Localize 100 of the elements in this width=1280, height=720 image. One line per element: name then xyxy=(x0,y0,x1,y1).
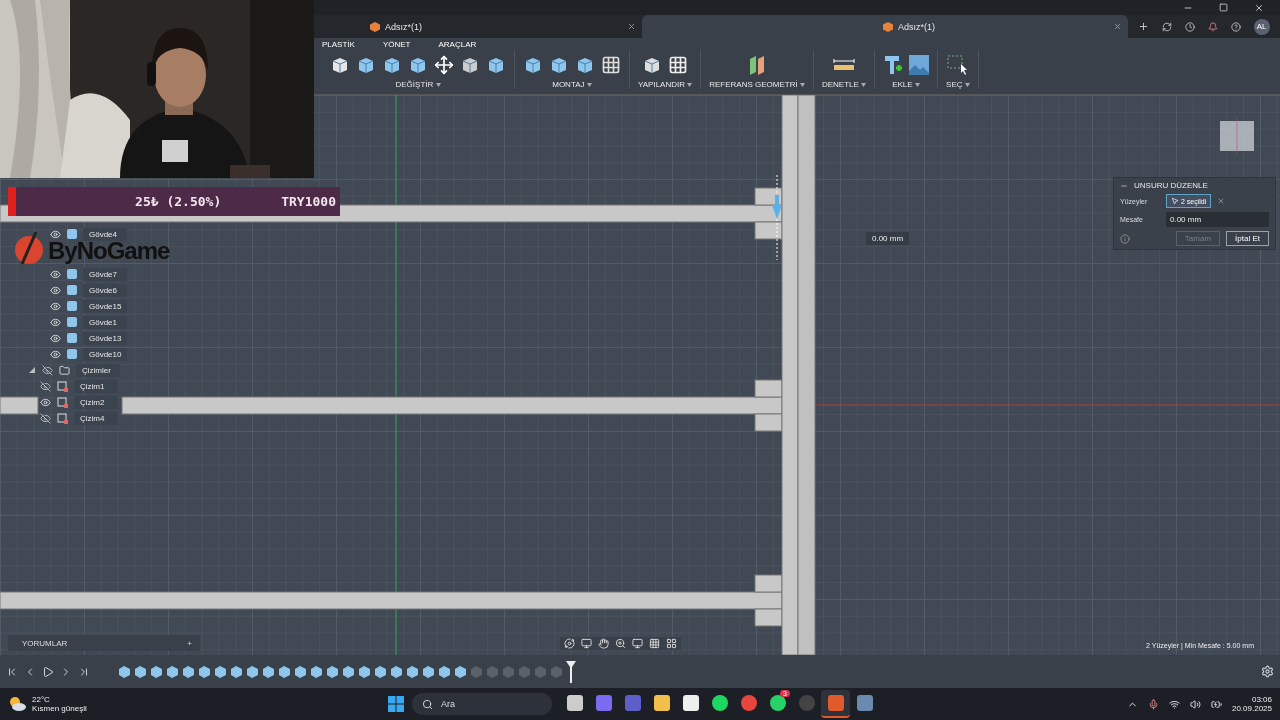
shelf-beam[interactable] xyxy=(0,574,783,627)
timeline-feature-icon[interactable] xyxy=(326,665,339,678)
toolbar-tab[interactable]: PLASTİK xyxy=(322,40,355,50)
eye-icon[interactable] xyxy=(50,316,61,328)
toolbar-group-menu[interactable]: SEÇ xyxy=(946,80,970,89)
new-tab-icon[interactable] xyxy=(1138,21,1150,32)
cube-icon[interactable] xyxy=(523,55,543,75)
eye-off-icon[interactable] xyxy=(40,412,51,424)
timeline-feature-icon[interactable] xyxy=(310,665,323,678)
eye-off-icon[interactable] xyxy=(40,380,51,392)
timeline-feature-icon[interactable] xyxy=(278,665,291,678)
cube-icon[interactable] xyxy=(408,55,428,75)
cube-icon[interactable] xyxy=(330,55,350,75)
distance-input[interactable]: 0.00 mm xyxy=(866,232,910,245)
help-icon[interactable] xyxy=(1230,21,1241,32)
timeline-feature-icon[interactable] xyxy=(118,665,131,678)
ruler-icon[interactable] xyxy=(832,58,855,72)
table-icon[interactable] xyxy=(668,55,689,75)
clock-time[interactable]: 03:06 xyxy=(1251,695,1272,704)
last-icon[interactable] xyxy=(78,665,90,678)
timeline-feature-icon[interactable] xyxy=(246,665,259,678)
timeline-feature-icon[interactable] xyxy=(406,665,419,678)
toolbar-group-menu[interactable]: REFERANS GEOMETRİ xyxy=(709,80,805,89)
close-icon[interactable] xyxy=(627,22,636,31)
timeline-feature-icon[interactable] xyxy=(390,665,403,678)
orbit-icon[interactable] xyxy=(564,638,575,649)
clear-icon[interactable] xyxy=(1217,197,1226,205)
browser-item[interactable]: Çizim2 xyxy=(74,395,118,409)
volume-icon[interactable] xyxy=(1189,698,1201,710)
image-icon[interactable] xyxy=(909,55,930,75)
eye-icon[interactable] xyxy=(50,300,61,312)
table-icon[interactable] xyxy=(601,55,621,75)
clock-icon[interactable] xyxy=(1185,21,1196,32)
move-icon[interactable] xyxy=(434,55,454,75)
start-icon[interactable] xyxy=(388,696,404,712)
timeline-feature-icon[interactable] xyxy=(358,665,371,678)
selection-icon[interactable] xyxy=(946,55,969,75)
browser-item[interactable]: Gövde1 xyxy=(83,315,127,329)
eye-icon[interactable] xyxy=(50,332,61,344)
view-cube-icon[interactable] xyxy=(1219,118,1255,154)
viewports-icon[interactable] xyxy=(666,638,677,649)
clock-date[interactable]: 20.09.2025 xyxy=(1231,704,1272,713)
zoom-icon[interactable] xyxy=(615,638,626,649)
browser-item[interactable]: Çizim1 xyxy=(74,379,118,393)
distance-input[interactable]: 0.00 mm xyxy=(1166,212,1269,227)
browser-item[interactable]: Gövde13 xyxy=(83,331,128,345)
add-comment-button[interactable]: + xyxy=(187,638,192,648)
eye-icon[interactable] xyxy=(50,348,61,360)
browser-item[interactable]: Çizimler xyxy=(76,363,120,377)
timeline-feature-icon[interactable] xyxy=(454,665,467,678)
cancel-button[interactable]: İptal Et xyxy=(1226,231,1269,246)
timeline-feature-icon[interactable] xyxy=(422,665,435,678)
eye-off-icon[interactable] xyxy=(42,364,53,376)
browser-item[interactable]: Gövde10 xyxy=(83,347,128,361)
expand-caret-icon[interactable] xyxy=(28,366,36,374)
timeline-marker-icon[interactable] xyxy=(566,660,576,683)
eye-icon[interactable] xyxy=(50,228,61,240)
timeline-feature-icon[interactable] xyxy=(134,665,147,678)
cube-icon[interactable] xyxy=(460,55,480,75)
timeline-feature-icon[interactable] xyxy=(230,665,243,678)
play-icon[interactable] xyxy=(42,665,54,678)
grid-icon[interactable] xyxy=(649,638,660,649)
user-avatar[interactable]: AL xyxy=(1253,18,1270,35)
pan-icon[interactable] xyxy=(598,638,609,649)
settings-icon[interactable] xyxy=(1261,665,1274,678)
browser-item[interactable]: Gövde7 xyxy=(83,267,127,281)
search-field[interactable]: Ara xyxy=(412,693,552,715)
cube-icon[interactable] xyxy=(486,55,506,75)
browser-item[interactable]: Gövde4 xyxy=(83,227,127,241)
refresh-icon[interactable] xyxy=(1162,21,1173,32)
timeline-feature-icon[interactable] xyxy=(166,665,179,678)
toolbar-group-menu[interactable]: MONTAJ xyxy=(552,80,592,89)
toolbar-group-menu[interactable]: EKLE xyxy=(892,80,920,89)
shelf-beam[interactable] xyxy=(0,396,39,415)
timeline-feature-icon[interactable] xyxy=(198,665,211,678)
maximize-icon[interactable] xyxy=(1219,3,1228,12)
timeline-feature-icon[interactable] xyxy=(214,665,227,678)
close-icon[interactable] xyxy=(1254,2,1264,13)
timeline-feature-icon[interactable] xyxy=(438,665,451,678)
eye-icon[interactable] xyxy=(40,396,51,408)
toolbar-group-menu[interactable]: DENETLE xyxy=(821,80,867,89)
vertical-post[interactable] xyxy=(781,95,816,655)
comments-panel[interactable]: YORUMLAR + xyxy=(8,635,200,651)
weather-icon[interactable] xyxy=(8,696,26,712)
timeline-feature-icon[interactable] xyxy=(150,665,163,678)
eye-icon[interactable] xyxy=(50,284,61,296)
timeline-feature-icon[interactable] xyxy=(182,665,195,678)
timeline-feature-icon[interactable] xyxy=(262,665,275,678)
toolbar-group-menu[interactable]: YAPILANDIR xyxy=(638,80,693,89)
toolbar-tab[interactable]: YÖNET xyxy=(382,40,411,50)
display-icon[interactable] xyxy=(632,638,643,649)
first-icon[interactable] xyxy=(6,665,18,678)
microphone-icon[interactable] xyxy=(1147,698,1159,710)
cube-icon[interactable] xyxy=(549,55,569,75)
toolbar-tab[interactable]: ARAÇLAR xyxy=(438,40,477,50)
timeline-feature-icon[interactable] xyxy=(294,665,307,678)
network-icon[interactable] xyxy=(1168,698,1180,710)
toolbar-group-menu[interactable]: DEĞİŞTİR xyxy=(395,80,441,89)
browser-item[interactable]: Çizim4 xyxy=(74,411,118,425)
bell-icon[interactable] xyxy=(1207,21,1218,32)
